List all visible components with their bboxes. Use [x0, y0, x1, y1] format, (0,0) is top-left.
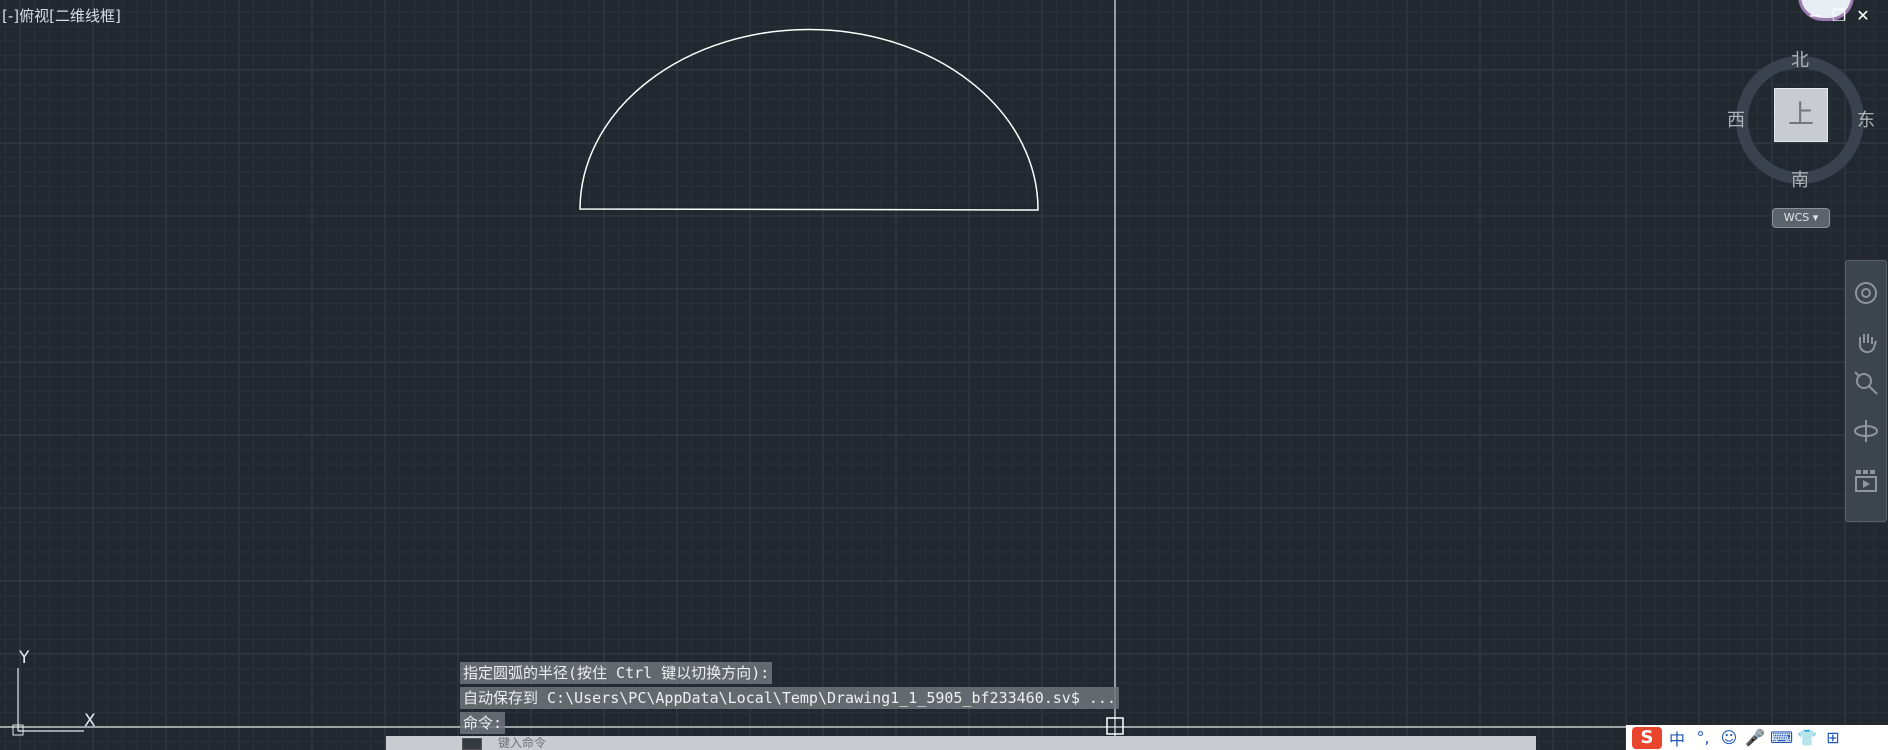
emoji-icon[interactable]: ☺ [1718, 728, 1740, 747]
steering-wheel-icon[interactable] [1852, 279, 1880, 307]
compass-east[interactable]: 东 [1857, 106, 1875, 132]
restore-button[interactable]: ❐ [1830, 8, 1848, 24]
wcs-dropdown[interactable]: WCS ▾ [1772, 208, 1830, 228]
microphone-icon[interactable]: 🎤 [1744, 728, 1766, 747]
ime-toolbar: S 中 °, ☺ 🎤 ⌨ 👕 ⊞ [1626, 725, 1888, 750]
toolbox-icon[interactable]: ⊞ [1822, 728, 1844, 747]
command-history-line: 自动保存到 C:\Users\PC\AppData\Local\Temp\Dra… [460, 687, 1119, 709]
navigation-bar [1845, 260, 1887, 522]
viewcube-top-face[interactable]: 上 [1774, 88, 1828, 142]
showmotion-icon[interactable] [1852, 467, 1880, 495]
viewport-controls-label[interactable]: [-]俯视[二维线框] [2, 5, 121, 26]
punctuation-icon[interactable]: °, [1692, 728, 1714, 747]
viewcube[interactable]: 北 南 西 东 上 WCS ▾ [1720, 40, 1880, 230]
command-input[interactable]: 键入命令 [498, 736, 546, 750]
close-button[interactable]: ✕ [1854, 8, 1872, 24]
drawing-canvas[interactable] [0, 0, 1888, 750]
viewport-window-controls: − ❐ ✕ [1806, 8, 1872, 24]
ucs-y-label: Y [19, 648, 30, 668]
minimize-button[interactable]: − [1806, 8, 1824, 24]
command-line[interactable]: 键入命令 [386, 736, 1536, 750]
ucs-x-label: X [84, 711, 96, 731]
compass-west[interactable]: 西 [1727, 106, 1745, 132]
command-history-line: 命令: [460, 712, 506, 734]
zoom-extents-icon[interactable] [1852, 369, 1880, 397]
pan-hand-icon[interactable] [1852, 329, 1880, 357]
command-history-line: 指定圆弧的半径(按住 Ctrl 键以切换方向): [460, 662, 773, 684]
orbit-icon[interactable] [1852, 417, 1880, 445]
chinese-mode-icon[interactable]: 中 [1666, 726, 1688, 750]
compass-south[interactable]: 南 [1791, 166, 1809, 192]
skin-icon[interactable]: 👕 [1796, 728, 1818, 747]
compass-north[interactable]: 北 [1791, 46, 1809, 72]
sogou-logo-icon[interactable]: S [1632, 726, 1662, 749]
keyboard-icon[interactable]: ⌨ [1770, 728, 1793, 747]
command-icon [462, 738, 482, 750]
